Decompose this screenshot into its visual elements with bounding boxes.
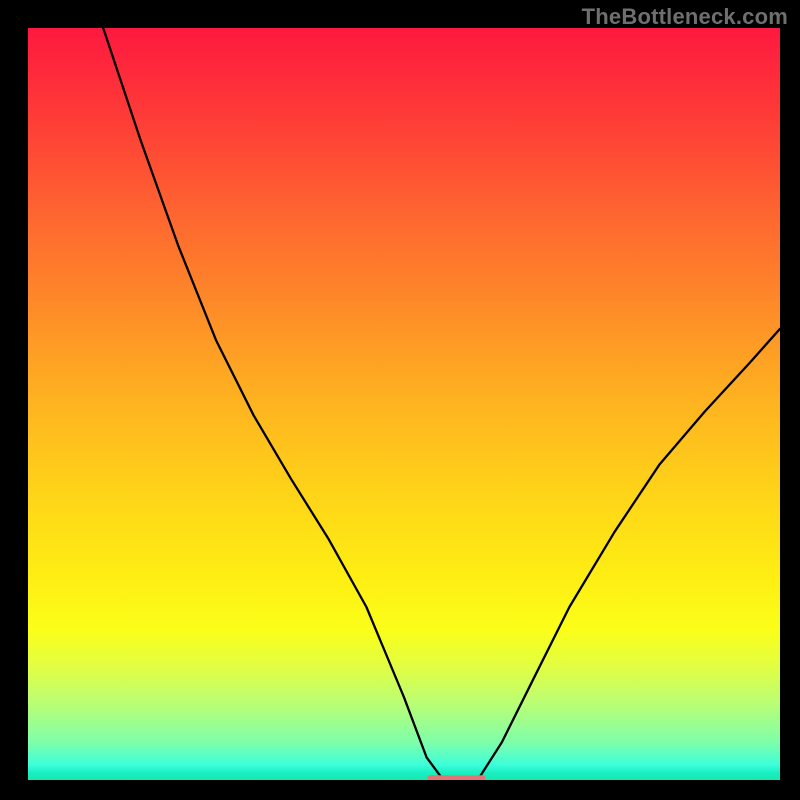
watermark-text: TheBottleneck.com <box>582 4 788 30</box>
plot-svg <box>28 28 780 780</box>
plot-area <box>28 28 780 780</box>
curve-right <box>479 329 780 778</box>
curve-left <box>103 28 441 778</box>
page-root: TheBottleneck.com <box>0 0 800 800</box>
